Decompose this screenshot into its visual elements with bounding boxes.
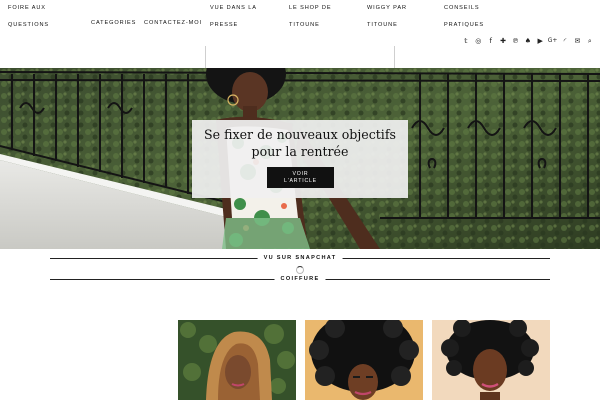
top-navigation: Foire aux questions Categories Contactez… [0, 0, 600, 68]
pinterest-icon[interactable]: ℗ [509, 36, 521, 46]
loading-spinner-icon [296, 266, 304, 274]
youtube-icon[interactable]: ▶ [534, 36, 546, 46]
nav-item-contact[interactable]: Contactez-moi [144, 15, 202, 32]
read-article-button[interactable]: Voir l'article [267, 167, 334, 188]
nav-item-label: presse [210, 22, 239, 28]
nav-item-label: Foire aux [8, 5, 46, 11]
snapchat-icon[interactable]: ♠ [522, 36, 534, 46]
thumbnail-image [432, 320, 550, 400]
snapchat-section-header: Vu sur Snapchat [50, 253, 550, 263]
social-links: 𝕥 ◎ f ✚ ℗ ♠ ▶ G+ ◜ ✉ ⌕ [460, 36, 596, 46]
nav-item-label: Titoune [367, 22, 398, 28]
hero-title[interactable]: Se fixer de nouveaux objectifs pour la r… [192, 126, 408, 160]
read-article-label-line2: l'article [284, 177, 317, 184]
thumbnail-image [178, 320, 296, 400]
google-plus-icon[interactable]: G+ [546, 36, 558, 46]
nav-item-faq[interactable]: Foire aux questions [8, 0, 49, 34]
thumbnail-image [305, 320, 423, 400]
nav-item-label: pratiques [444, 22, 485, 28]
section-title-snapchat: Vu sur Snapchat [257, 253, 343, 263]
post-thumbnail-2[interactable] [305, 320, 423, 400]
post-thumbnail-1[interactable] [178, 320, 296, 400]
nav-item-press[interactable]: Vue dans la presse [210, 0, 257, 34]
bloglovin-icon[interactable]: ✚ [497, 36, 509, 46]
nav-item-label: Vue dans la [210, 5, 257, 11]
twitter-icon[interactable]: 𝕥 [460, 36, 472, 46]
nav-item-label: Wiggy par [367, 5, 407, 11]
search-icon[interactable]: ⌕ [584, 36, 596, 46]
facebook-icon[interactable]: f [484, 36, 496, 46]
nav-item-wiggy[interactable]: Wiggy par Titoune [367, 0, 407, 34]
post-thumbnail-3[interactable] [432, 320, 550, 400]
nav-item-label: Conseils [444, 5, 480, 11]
hero-slider[interactable]: Se fixer de nouveaux objectifs pour la r… [0, 68, 600, 249]
instagram-icon[interactable]: ◎ [472, 36, 484, 46]
logo-area[interactable] [205, 46, 395, 68]
nav-item-label: Contactez-moi [144, 20, 202, 26]
rss-icon[interactable]: ◜ [559, 36, 571, 46]
nav-item-tips[interactable]: Conseils pratiques [444, 0, 484, 34]
email-icon[interactable]: ✉ [571, 36, 583, 46]
section-title-hair: Coiffure [274, 274, 326, 284]
nav-item-label: Titoune [289, 22, 320, 28]
hero-caption-card: Se fixer de nouveaux objectifs pour la r… [192, 120, 408, 198]
nav-item-label: Categories [91, 20, 137, 26]
nav-item-categories[interactable]: Categories [91, 15, 136, 32]
nav-item-label: Le shop de [289, 5, 332, 11]
hair-section-header: Coiffure [50, 274, 550, 284]
nav-item-label: questions [8, 22, 50, 28]
nav-item-shop[interactable]: Le shop de Titoune [289, 0, 331, 34]
